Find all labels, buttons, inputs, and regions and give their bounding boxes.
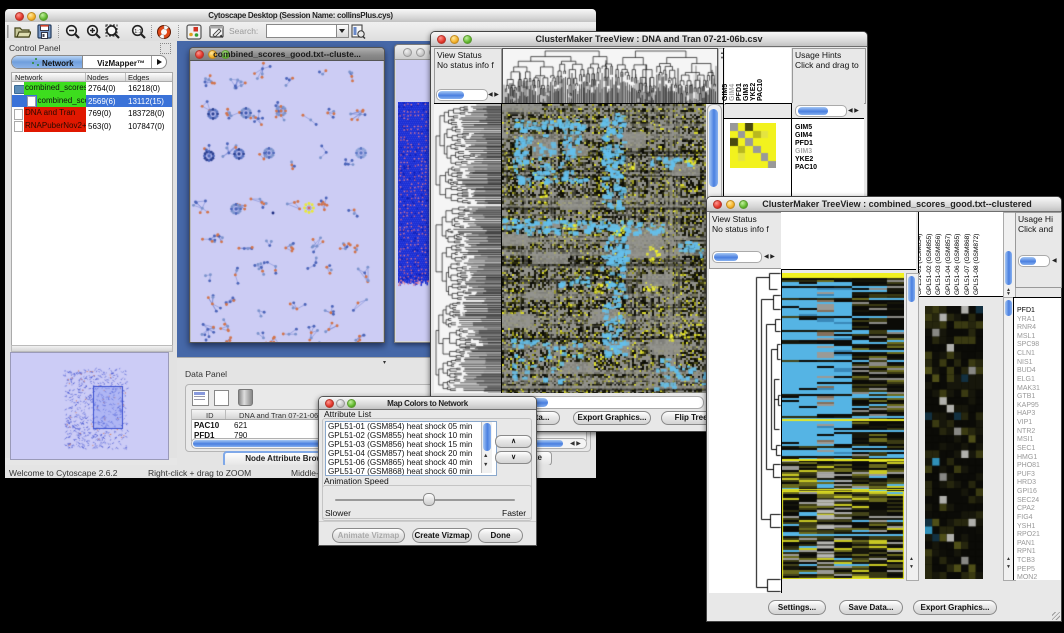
svg-text:1:1: 1:1 (134, 29, 142, 35)
